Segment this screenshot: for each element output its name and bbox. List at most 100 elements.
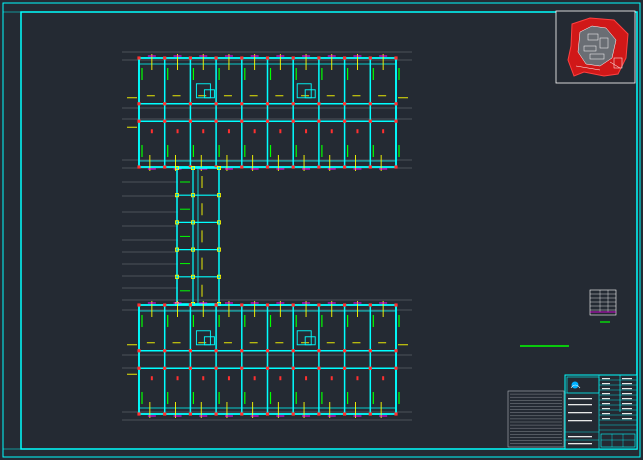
beam-tag (176, 129, 179, 134)
title-block-text-mark (622, 388, 632, 390)
column-marker (343, 56, 347, 60)
column-marker (343, 303, 347, 307)
beam-tag (356, 129, 359, 134)
column-marker (137, 165, 141, 169)
column-marker (214, 119, 218, 123)
column-marker (394, 303, 398, 307)
column-marker (317, 102, 321, 106)
column-marker (343, 366, 347, 370)
beam-tag (202, 129, 205, 134)
top-wing-floor-plan[interactable] (127, 54, 408, 171)
column-marker (291, 349, 295, 353)
column-marker (265, 102, 270, 106)
cad-drawing-canvas (2, 2, 641, 458)
column-marker (240, 303, 244, 307)
column-marker (163, 412, 167, 416)
column-marker (240, 56, 244, 60)
column-marker (163, 56, 167, 60)
column-marker (368, 366, 372, 370)
column-marker (240, 366, 244, 370)
beam-tag (227, 376, 230, 381)
title-block-text-mark (602, 383, 610, 385)
column-marker (291, 56, 295, 60)
column-marker (188, 303, 192, 307)
title-block-text-mark (568, 443, 592, 445)
column-marker (368, 165, 372, 169)
title-block-text-mark (602, 418, 610, 420)
stair-landing (304, 336, 316, 346)
connector-corridor-plan[interactable] (174, 165, 221, 306)
beam-tag (253, 376, 256, 381)
column-marker (317, 56, 321, 60)
column-marker (137, 349, 141, 353)
column-marker (343, 102, 347, 106)
column-marker (163, 366, 167, 370)
column-marker (188, 349, 192, 353)
column-marker (188, 119, 192, 123)
beam-tag (382, 129, 385, 134)
column-marker (163, 303, 167, 307)
beam-tag (150, 376, 153, 381)
column-marker (240, 165, 244, 169)
title-block-text-mark (568, 404, 592, 406)
column-marker (240, 119, 244, 123)
column-marker (188, 56, 192, 60)
stair-landing (203, 336, 215, 346)
beam-tag (150, 129, 153, 134)
column-marker (394, 56, 398, 60)
beam-tag (305, 129, 308, 134)
column-marker (265, 165, 270, 169)
bottom-wing-floor-plan[interactable] (127, 301, 408, 418)
column-marker (214, 303, 218, 307)
title-block-text-mark (622, 393, 632, 395)
title-block-text-mark (602, 388, 610, 390)
title-block-text-mark (568, 398, 592, 400)
beam-tag (279, 129, 282, 134)
column-marker (137, 303, 141, 307)
column-marker (343, 412, 347, 416)
column-marker (240, 349, 244, 353)
site-key-plan[interactable] (555, 10, 636, 84)
column-schedule-table (589, 289, 617, 323)
column-marker (137, 366, 141, 370)
column-marker (163, 165, 167, 169)
column-marker (317, 303, 321, 307)
column-marker (368, 412, 372, 416)
beam-tag (330, 129, 333, 134)
column-marker (368, 303, 372, 307)
column-marker (188, 412, 192, 416)
column-marker (368, 56, 372, 60)
column-marker (291, 119, 295, 123)
title-block-text-mark (622, 413, 632, 415)
column-marker (188, 102, 192, 106)
beam-tag (382, 376, 385, 381)
column-marker (214, 366, 218, 370)
column-marker (291, 366, 295, 370)
beam-tag (356, 376, 359, 381)
column-marker (214, 102, 218, 106)
column-marker (394, 165, 398, 169)
beam-tag (253, 129, 256, 134)
title-block-text-mark (622, 403, 632, 405)
title-block-text-mark (568, 412, 592, 414)
beam-tag (330, 376, 333, 381)
column-marker (394, 119, 398, 123)
column-marker (317, 366, 321, 370)
title-block-text-mark (622, 383, 632, 385)
column-marker (368, 102, 372, 106)
title-block-text-mark (602, 408, 610, 410)
column-marker (394, 366, 398, 370)
title-block-text-mark (602, 398, 610, 400)
column-marker (214, 412, 218, 416)
column-marker (163, 119, 167, 123)
column-marker (265, 303, 270, 307)
column-marker (394, 349, 398, 353)
title-block[interactable] (564, 374, 638, 450)
beam-tag (305, 376, 308, 381)
title-block-text-mark (622, 378, 632, 380)
column-marker (368, 119, 372, 123)
column-marker (317, 349, 321, 353)
column-marker (265, 412, 270, 416)
column-marker (343, 119, 347, 123)
column-marker (240, 412, 244, 416)
